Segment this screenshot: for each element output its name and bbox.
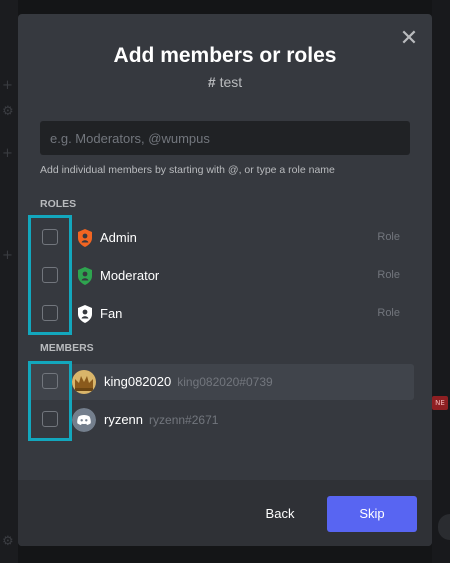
member-name-line: ryzenn ryzenn#2671 [104, 412, 218, 427]
background-right-strip: NE [432, 0, 450, 563]
background-plus-icon: + [2, 248, 13, 263]
role-row-fan[interactable]: Fan Role [28, 296, 414, 332]
role-tag: Role [377, 231, 400, 243]
search-input[interactable] [40, 121, 410, 155]
role-tag: Role [377, 307, 400, 319]
background-plus-icon: + [2, 146, 13, 161]
shield-icon [78, 229, 92, 247]
member-discriminator: ryzenn#2671 [149, 413, 219, 427]
avatar [72, 408, 96, 432]
channel-subtitle: # test [18, 74, 432, 90]
background-button [438, 514, 450, 540]
channel-hash-icon: # [207, 74, 216, 90]
background-plus-icon: + [2, 78, 13, 93]
background-gear-icon: ⚙ [2, 104, 14, 119]
role-row-moderator[interactable]: Moderator Role [28, 258, 414, 294]
roles-section-label: ROLES [40, 198, 77, 210]
add-members-dialog: ✕ Add members or roles #test Add individ… [18, 14, 432, 546]
role-tag: Role [377, 269, 400, 281]
member-discriminator: king082020#0739 [177, 375, 273, 389]
back-button[interactable]: Back [252, 498, 308, 530]
role-row-admin[interactable]: Admin Role [28, 220, 414, 256]
discord-logo-icon [72, 408, 96, 432]
dialog-footer: Back Skip [18, 480, 432, 546]
shield-icon [78, 305, 92, 323]
skip-button[interactable]: Skip [327, 496, 417, 532]
member-row-ryzenn[interactable]: ryzenn ryzenn#2671 [28, 402, 414, 438]
member-name-line: king082020 king082020#0739 [104, 374, 273, 389]
members-section-label: MEMBERS [40, 342, 94, 354]
avatar-image-icon [72, 370, 96, 394]
role-name: Admin [100, 230, 137, 245]
checkbox-highlight-roles [28, 215, 72, 335]
dialog-title: Add members or roles [113, 44, 337, 67]
channel-name: test [219, 74, 243, 90]
member-name: ryzenn [104, 412, 144, 427]
background-left-strip: + ⚙ + + ⚙ [0, 0, 18, 563]
checkbox-highlight-members [28, 361, 72, 441]
avatar [72, 370, 96, 394]
search-hint: Add individual members by starting with … [40, 164, 335, 176]
background-gear-icon: ⚙ [2, 534, 14, 549]
new-badge: NE [432, 396, 448, 410]
role-name: Fan [100, 306, 123, 321]
shield-icon [78, 267, 92, 285]
member-name: king082020 [104, 374, 172, 389]
role-name: Moderator [100, 268, 160, 283]
member-row-king082020[interactable]: king082020 king082020#0739 [28, 364, 414, 400]
